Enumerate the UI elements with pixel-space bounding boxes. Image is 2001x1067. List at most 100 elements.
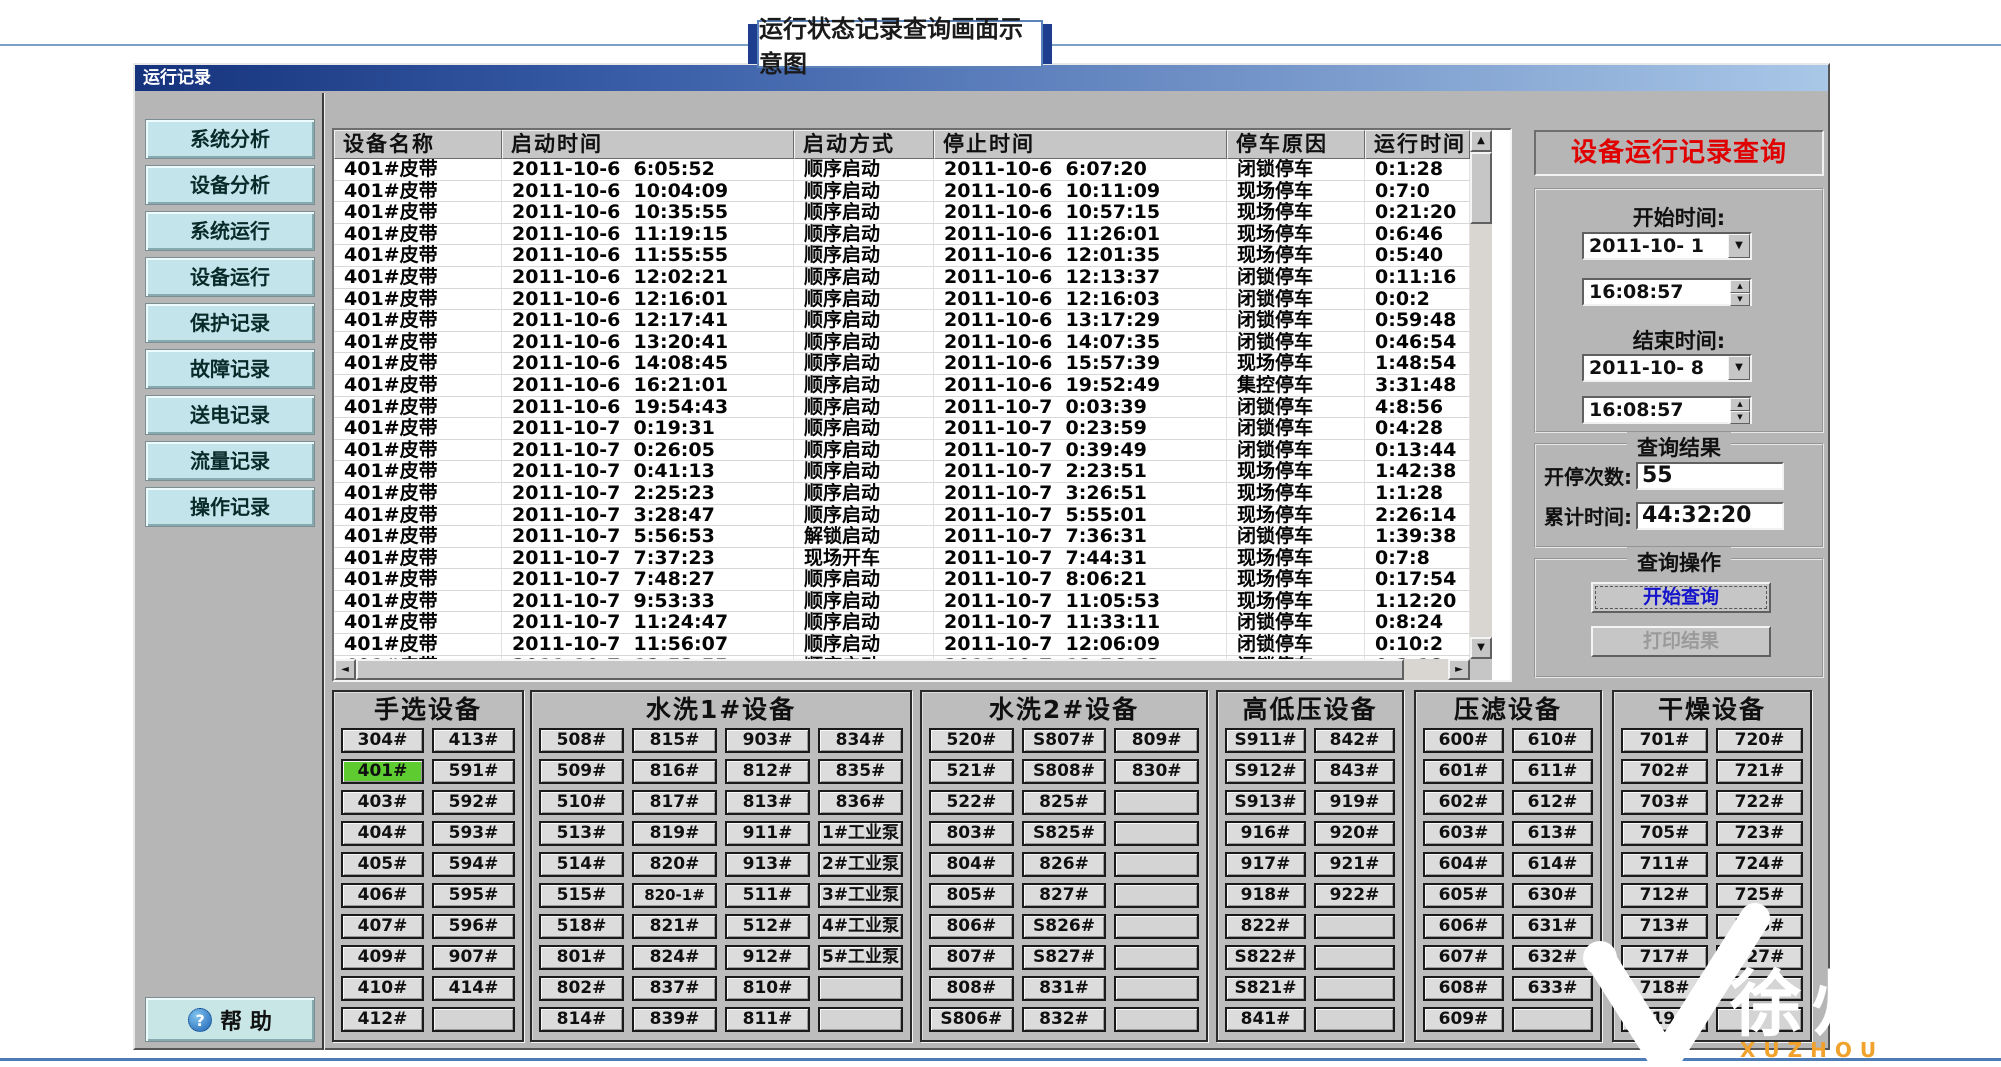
device-button-592[interactable]: 592# <box>432 790 515 815</box>
device-button-602[interactable]: 602# <box>1423 790 1504 815</box>
table-row[interactable]: 401#皮带2011-10-7 11:24:47顺序启动2011-10-7 11… <box>334 612 1470 634</box>
device-button-922[interactable]: 922# <box>1314 883 1395 908</box>
device-button-632[interactable]: 632# <box>1512 945 1593 970</box>
vertical-scroll-track[interactable] <box>1470 224 1492 637</box>
table-row[interactable]: 401#皮带2011-10-7 7:37:23现场开车2011-10-7 7:4… <box>334 548 1470 570</box>
sidebar-item-device-run[interactable]: 设备运行 <box>145 257 315 297</box>
spin-down-icon[interactable]: ▼ <box>1730 293 1750 306</box>
scroll-down-icon[interactable]: ▼ <box>1470 637 1492 659</box>
start-query-button[interactable]: 开始查询 <box>1591 582 1771 613</box>
table-row[interactable]: 401#皮带2011-10-7 2:25:23顺序启动2011-10-7 3:2… <box>334 483 1470 505</box>
column-header-start-mode[interactable]: 启动方式 <box>794 130 934 159</box>
device-button-514[interactable]: 514# <box>539 852 624 877</box>
device-button-815[interactable]: 815# <box>632 728 717 753</box>
device-button-518[interactable]: 518# <box>539 914 624 939</box>
end-time-spinner[interactable]: 16:08:57 ▲ ▼ <box>1582 396 1752 424</box>
device-button-723[interactable]: 723# <box>1716 821 1803 846</box>
start-stop-count-field[interactable]: 55 <box>1636 462 1784 490</box>
device-button-920[interactable]: 920# <box>1314 821 1395 846</box>
table-row[interactable]: 401#皮带2011-10-7 3:28:47顺序启动2011-10-7 5:5… <box>334 505 1470 527</box>
device-button-817[interactable]: 817# <box>632 790 717 815</box>
device-button-918[interactable]: 918# <box>1225 883 1306 908</box>
device-button-5工业泵[interactable]: 5#工业泵 <box>818 945 903 970</box>
device-button-916[interactable]: 916# <box>1225 821 1306 846</box>
column-header-start-time[interactable]: 启动时间 <box>502 130 794 159</box>
table-row[interactable]: 401#皮带2011-10-6 6:05:52顺序启动2011-10-6 6:0… <box>334 159 1470 181</box>
device-button-S806[interactable]: S806# <box>929 1007 1014 1032</box>
device-button-812[interactable]: 812# <box>725 759 810 784</box>
device-button-S825[interactable]: S825# <box>1022 821 1107 846</box>
device-button-595[interactable]: 595# <box>432 883 515 908</box>
table-row[interactable]: 401#皮带2011-10-7 0:19:31顺序启动2011-10-7 0:2… <box>334 418 1470 440</box>
device-button-919[interactable]: 919# <box>1314 790 1395 815</box>
device-button-830[interactable]: 830# <box>1114 759 1199 784</box>
device-button-S808[interactable]: S808# <box>1022 759 1107 784</box>
spin-up-icon[interactable]: ▲ <box>1730 280 1750 293</box>
sidebar-item-protect-record[interactable]: 保护记录 <box>145 303 315 343</box>
end-date-select[interactable]: 2011-10- 8 ▼ <box>1582 354 1752 382</box>
spin-down-icon[interactable]: ▼ <box>1730 411 1750 424</box>
device-button-633[interactable]: 633# <box>1512 976 1593 1001</box>
device-button-513[interactable]: 513# <box>539 821 624 846</box>
device-button-612[interactable]: 612# <box>1512 790 1593 815</box>
device-button-S822[interactable]: S822# <box>1225 945 1306 970</box>
device-button-4工业泵[interactable]: 4#工业泵 <box>818 914 903 939</box>
device-button-712[interactable]: 712# <box>1621 883 1708 908</box>
horizontal-scroll-thumb[interactable] <box>356 659 1404 680</box>
device-button-607[interactable]: 607# <box>1423 945 1504 970</box>
device-button-907[interactable]: 907# <box>432 945 515 970</box>
device-button-813[interactable]: 813# <box>725 790 810 815</box>
device-button-721[interactable]: 721# <box>1716 759 1803 784</box>
device-button-S826[interactable]: S826# <box>1022 914 1107 939</box>
device-button-722[interactable]: 722# <box>1716 790 1803 815</box>
device-button-1工业泵[interactable]: 1#工业泵 <box>818 821 903 846</box>
device-button-911[interactable]: 911# <box>725 821 810 846</box>
scroll-left-icon[interactable]: ◄ <box>334 659 356 680</box>
device-button-604[interactable]: 604# <box>1423 852 1504 877</box>
table-row[interactable]: 401#皮带2011-10-6 11:55:55顺序启动2011-10-6 12… <box>334 245 1470 267</box>
device-button-718[interactable]: 718# <box>1621 976 1708 1001</box>
device-button-520[interactable]: 520# <box>929 728 1014 753</box>
device-button-413[interactable]: 413# <box>432 728 515 753</box>
device-button-304[interactable]: 304# <box>341 728 424 753</box>
device-button-596[interactable]: 596# <box>432 914 515 939</box>
device-button-726[interactable]: 726# <box>1716 914 1803 939</box>
device-button-808[interactable]: 808# <box>929 976 1014 1001</box>
table-row[interactable]: 401#皮带2011-10-6 10:04:09顺序启动2011-10-6 10… <box>334 181 1470 203</box>
table-row[interactable]: 401#皮带2011-10-7 9:53:33顺序启动2011-10-7 11:… <box>334 591 1470 613</box>
table-row[interactable]: 401#皮带2011-10-7 0:41:13顺序启动2011-10-7 2:2… <box>334 461 1470 483</box>
device-button-821[interactable]: 821# <box>632 914 717 939</box>
device-button-803[interactable]: 803# <box>929 821 1014 846</box>
table-row[interactable]: 401#皮带2011-10-6 11:19:15顺序启动2011-10-6 11… <box>334 224 1470 246</box>
table-row[interactable]: 401#皮带2011-10-6 12:17:41顺序启动2011-10-6 13… <box>334 310 1470 332</box>
device-button-609[interactable]: 609# <box>1423 1007 1504 1032</box>
device-button-404[interactable]: 404# <box>341 821 424 846</box>
device-button-826[interactable]: 826# <box>1022 852 1107 877</box>
scroll-up-icon[interactable]: ▲ <box>1470 130 1492 152</box>
device-button-S912[interactable]: S912# <box>1225 759 1306 784</box>
column-header-run-time[interactable]: 运行时间 <box>1365 130 1470 159</box>
column-header-stop-reason[interactable]: 停车原因 <box>1227 130 1365 159</box>
device-button-713[interactable]: 713# <box>1621 914 1708 939</box>
device-button-406[interactable]: 406# <box>341 883 424 908</box>
device-button-521[interactable]: 521# <box>929 759 1014 784</box>
device-button-606[interactable]: 606# <box>1423 914 1504 939</box>
table-row[interactable]: 401#皮带2011-10-7 0:26:05顺序启动2011-10-7 0:3… <box>334 440 1470 462</box>
device-button-522[interactable]: 522# <box>929 790 1014 815</box>
table-row[interactable]: 401#皮带2011-10-6 10:35:55顺序启动2011-10-6 10… <box>334 202 1470 224</box>
device-button-593[interactable]: 593# <box>432 821 515 846</box>
device-button-508[interactable]: 508# <box>539 728 624 753</box>
device-button-511[interactable]: 511# <box>725 883 810 908</box>
device-button-802[interactable]: 802# <box>539 976 624 1001</box>
device-button-405[interactable]: 405# <box>341 852 424 877</box>
device-button-2工业泵[interactable]: 2#工业泵 <box>818 852 903 877</box>
device-button-S807[interactable]: S807# <box>1022 728 1107 753</box>
device-button-509[interactable]: 509# <box>539 759 624 784</box>
device-button-717[interactable]: 717# <box>1621 945 1708 970</box>
total-time-field[interactable]: 44:32:20 <box>1636 502 1784 530</box>
device-button-414[interactable]: 414# <box>432 976 515 1001</box>
device-button-591[interactable]: 591# <box>432 759 515 784</box>
device-button-913[interactable]: 913# <box>725 852 810 877</box>
device-button-841[interactable]: 841# <box>1225 1007 1306 1032</box>
table-row[interactable]: 401#皮带2011-10-6 13:20:41顺序启动2011-10-6 14… <box>334 332 1470 354</box>
